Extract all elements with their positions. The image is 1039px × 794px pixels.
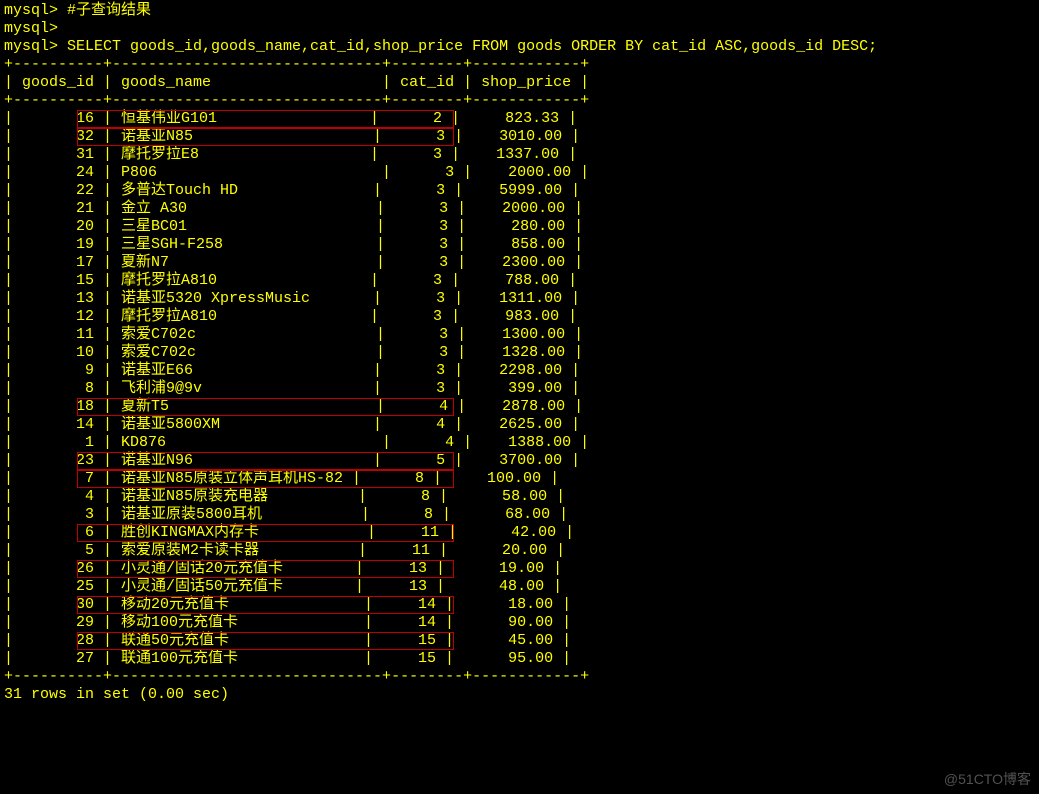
table-row: | 20 | 三星BC01 | 3 | 280.00 | [4, 218, 1035, 236]
table-row: | 31 | 摩托罗拉E8 | 3 | 1337.00 | [4, 146, 1035, 164]
table-row: | 29 | 移动100元充值卡 | 14 | 90.00 | [4, 614, 1035, 632]
table-row: | 26 | 小灵通/固话20元充值卡 | 13 | 19.00 | [4, 560, 1035, 578]
table-row: | 30 | 移动20元充值卡 | 14 | 18.00 | [4, 596, 1035, 614]
table-separator: +----------+----------------------------… [4, 92, 1035, 110]
table-row: | 23 | 诺基亚N96 | 5 | 3700.00 | [4, 452, 1035, 470]
prompt-line[interactable]: mysql> #子查询结果 [4, 2, 1035, 20]
table-row: | 25 | 小灵通/固话50元充值卡 | 13 | 48.00 | [4, 578, 1035, 596]
table-row: | 24 | P806 | 3 | 2000.00 | [4, 164, 1035, 182]
table-row: | 14 | 诺基亚5800XM | 4 | 2625.00 | [4, 416, 1035, 434]
table-row: | 6 | 胜创KINGMAX内存卡 | 11 | 42.00 | [4, 524, 1035, 542]
table-row: | 18 | 夏新T5 | 4 | 2878.00 | [4, 398, 1035, 416]
table-row: | 5 | 索爱原装M2卡读卡器 | 11 | 20.00 | [4, 542, 1035, 560]
table-row: | 17 | 夏新N7 | 3 | 2300.00 | [4, 254, 1035, 272]
result-footer: 31 rows in set (0.00 sec) [4, 686, 1035, 704]
table-row: | 7 | 诺基亚N85原装立体声耳机HS-82 | 8 | 100.00 | [4, 470, 1035, 488]
table-row: | 9 | 诺基亚E66 | 3 | 2298.00 | [4, 362, 1035, 380]
table-row: | 12 | 摩托罗拉A810 | 3 | 983.00 | [4, 308, 1035, 326]
table-separator: +----------+----------------------------… [4, 56, 1035, 74]
table-row: | 4 | 诺基亚N85原装充电器 | 8 | 58.00 | [4, 488, 1035, 506]
table-row: | 28 | 联通50元充值卡 | 15 | 45.00 | [4, 632, 1035, 650]
table-row: | 3 | 诺基亚原装5800耳机 | 8 | 68.00 | [4, 506, 1035, 524]
table-row: | 16 | 恒基伟业G101 | 2 | 823.33 | [4, 110, 1035, 128]
table-row: | 11 | 索爱C702c | 3 | 1300.00 | [4, 326, 1035, 344]
table-row: | 8 | 飞利浦9@9v | 3 | 399.00 | [4, 380, 1035, 398]
table-row: | 10 | 索爱C702c | 3 | 1328.00 | [4, 344, 1035, 362]
table-row: | 15 | 摩托罗拉A810 | 3 | 788.00 | [4, 272, 1035, 290]
table-row: | 22 | 多普达Touch HD | 3 | 5999.00 | [4, 182, 1035, 200]
table-row: | 13 | 诺基亚5320 XpressMusic | 3 | 1311.00… [4, 290, 1035, 308]
prompt-line[interactable]: mysql> [4, 20, 1035, 38]
table-separator: +----------+----------------------------… [4, 668, 1035, 686]
table-row: | 27 | 联通100元充值卡 | 15 | 95.00 | [4, 650, 1035, 668]
table-row: | 32 | 诺基亚N85 | 3 | 3010.00 | [4, 128, 1035, 146]
watermark-label: @51CTO博客 [944, 770, 1031, 788]
table-row: | 19 | 三星SGH-F258 | 3 | 858.00 | [4, 236, 1035, 254]
terminal-output: mysql> #子查询结果mysql> mysql> SELECT goods_… [0, 0, 1039, 706]
query-line[interactable]: mysql> SELECT goods_id,goods_name,cat_id… [4, 38, 1035, 56]
table-row: | 1 | KD876 | 4 | 1388.00 | [4, 434, 1035, 452]
table-row: | 21 | 金立 A30 | 3 | 2000.00 | [4, 200, 1035, 218]
table-header: | goods_id | goods_name | cat_id | shop_… [4, 74, 1035, 92]
